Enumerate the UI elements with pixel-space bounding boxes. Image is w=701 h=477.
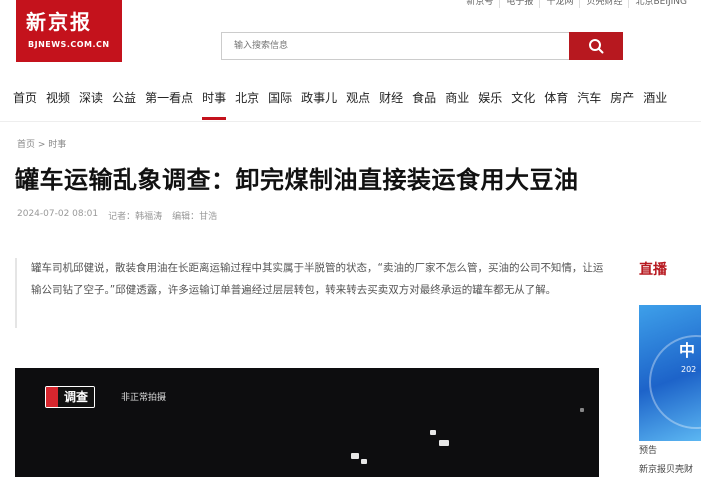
top-link-qianlong[interactable]: 千龙网 xyxy=(539,0,579,8)
breadcrumb[interactable]: 首页 > 时事 xyxy=(17,137,66,150)
search-button[interactable] xyxy=(569,32,623,60)
nav-item-finance[interactable]: 财经 xyxy=(379,88,403,110)
logo-english: BJNEWS.COM.CN xyxy=(28,40,110,49)
light-spot xyxy=(430,430,436,435)
badge-mark-icon xyxy=(46,387,58,407)
nav-item-international[interactable]: 国际 xyxy=(268,88,292,110)
sidebar-live-sub[interactable]: 新京报贝壳财 xyxy=(639,462,693,475)
nav-item-first-look[interactable]: 第一看点 xyxy=(145,88,193,110)
nav-item-food[interactable]: 食品 xyxy=(412,88,436,110)
article-date: 2024-07-02 08:01 xyxy=(17,209,99,219)
sidebar-live-title[interactable]: 直播 xyxy=(639,259,667,279)
top-link-xinjinghao[interactable]: 新京号 xyxy=(460,0,499,8)
video-tag: 非正常拍摄 xyxy=(121,393,167,403)
search-input[interactable] xyxy=(222,33,570,59)
article-lead-quote: 罐车司机邱健说，散装食用油在长距离运输过程中其实属于半脱管的状态，“卖油的厂家不… xyxy=(15,258,605,328)
logo-chinese: 新京报 xyxy=(26,10,92,34)
top-link-beijing[interactable]: 北京BEIJING xyxy=(628,0,693,8)
site-logo[interactable]: 新京报 BJNEWS.COM.CN xyxy=(16,0,122,62)
nav-item-current-affairs[interactable]: 时事 xyxy=(202,88,227,120)
light-spot xyxy=(580,408,584,412)
thumb-text: 中 xyxy=(679,341,696,360)
nav-item-opinion[interactable]: 观点 xyxy=(346,88,370,110)
top-links: 新京号 电子报 千龙网 贝壳财经 北京BEIJING xyxy=(460,0,693,8)
nav-item-business[interactable]: 商业 xyxy=(445,88,469,110)
nav-item-politics[interactable]: 政事儿 xyxy=(301,88,337,110)
video-player[interactable]: 调查 非正常拍摄 xyxy=(15,368,599,477)
nav-item-home[interactable]: 首页 xyxy=(13,88,37,110)
search-icon xyxy=(589,39,604,54)
sidebar-live-thumbnail[interactable]: 中 202 xyxy=(639,305,701,441)
article-editor: 编辑：甘浩 xyxy=(172,212,218,222)
main-nav: 首页 视频 深读 公益 第一看点 时事 北京 国际 政事儿 观点 财经 食品 商… xyxy=(13,88,693,120)
nav-item-culture[interactable]: 文化 xyxy=(511,88,535,110)
search-box xyxy=(221,32,623,60)
video-badge: 调查 xyxy=(45,386,96,408)
light-spot xyxy=(439,440,449,446)
nav-item-entertainment[interactable]: 娱乐 xyxy=(478,88,502,110)
nav-item-auto[interactable]: 汽车 xyxy=(577,88,601,110)
nav-item-charity[interactable]: 公益 xyxy=(112,88,136,110)
sidebar-live-label: 预告 xyxy=(639,446,658,456)
nav-divider xyxy=(0,121,701,122)
nav-item-deep[interactable]: 深读 xyxy=(79,88,103,110)
top-link-epaper[interactable]: 电子报 xyxy=(499,0,539,8)
article-title: 罐车运输乱象调查：卸完煤制油直接装运食用大豆油 xyxy=(15,166,579,194)
nav-item-sports[interactable]: 体育 xyxy=(544,88,568,110)
nav-item-property[interactable]: 房产 xyxy=(610,88,634,110)
nav-item-video[interactable]: 视频 xyxy=(46,88,70,110)
thumb-year: 202 xyxy=(681,365,697,374)
nav-item-beijing[interactable]: 北京 xyxy=(235,88,259,110)
article-reporter: 记者：韩福涛 xyxy=(108,212,163,222)
light-spot xyxy=(351,453,359,459)
video-badge-label: 调查 xyxy=(58,387,95,407)
nav-item-liquor[interactable]: 酒业 xyxy=(643,88,667,110)
article-meta: 2024-07-02 08:01 记者：韩福涛 编辑：甘浩 xyxy=(17,209,217,222)
light-spot xyxy=(361,459,367,464)
top-link-beike[interactable]: 贝壳财经 xyxy=(579,0,628,8)
